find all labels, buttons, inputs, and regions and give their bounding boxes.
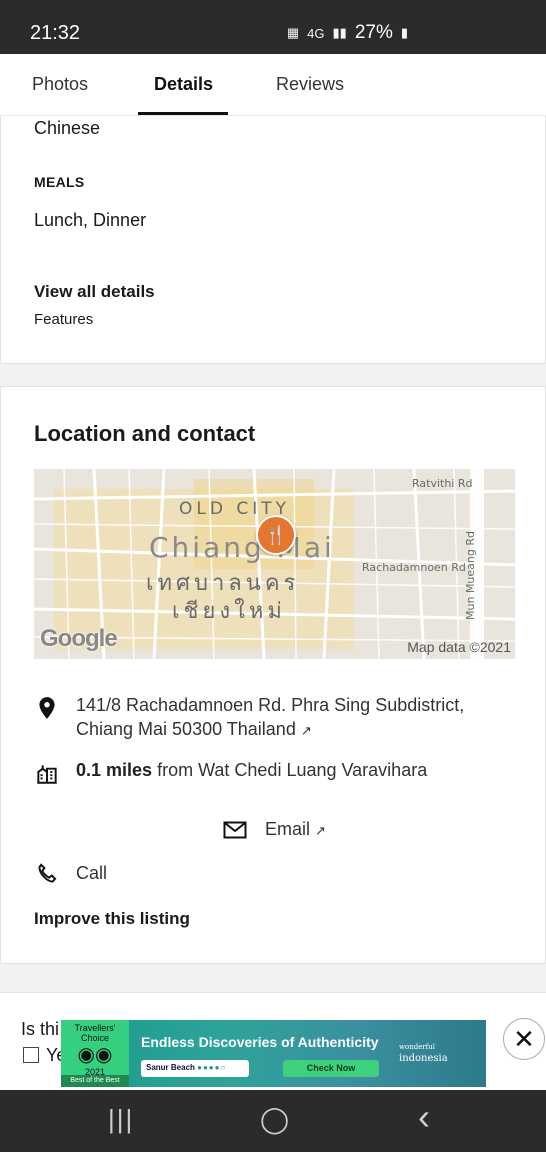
ad-headline: Endless Discoveries of Authenticity xyxy=(141,1034,379,1050)
email-link[interactable]: Email ↗ xyxy=(223,819,326,840)
email-label: Email xyxy=(265,819,311,839)
map-label-city: Chiang Mai xyxy=(149,531,335,564)
tab-active-indicator xyxy=(138,112,228,115)
features-label: Features xyxy=(34,311,94,328)
landmark-icon xyxy=(37,765,57,784)
signal-icon: ▮▮ xyxy=(332,25,347,40)
ad-cta-button[interactable]: Check Now xyxy=(283,1060,379,1077)
tab-details[interactable]: Details xyxy=(154,74,213,95)
battery-icon: ▮ xyxy=(400,25,408,40)
map-label-road-mun-mueang: Mun Mueang Rd xyxy=(463,531,477,620)
restaurant-pin-icon[interactable]: 🍴 xyxy=(256,515,296,555)
tab-reviews[interactable]: Reviews xyxy=(276,74,344,95)
location-card: Location and contact OLD CITY Chiang Mai… xyxy=(0,386,546,964)
close-ad-button[interactable]: ✕ xyxy=(503,1018,545,1060)
ad-brand-small: wonderful xyxy=(399,1043,436,1051)
status-icons: ▦ 4G ▮▮ 27% ▮ xyxy=(287,22,408,44)
map[interactable]: OLD CITY Chiang Mai เทศบาลนคร เชียงใหม่ … xyxy=(34,469,515,659)
ad-rating-pill: Sanur Beach ●●●●○ xyxy=(141,1060,249,1077)
network-type-icon: 4G xyxy=(307,25,325,41)
phone-icon xyxy=(38,863,57,883)
view-all-details-link[interactable]: View all details xyxy=(34,282,155,302)
recent-apps-icon[interactable]: ||| xyxy=(108,1104,134,1135)
ad-banner[interactable]: Travellers' Choice ◉◉ 2021 Best of the B… xyxy=(61,1020,486,1087)
location-pin-icon xyxy=(39,697,55,719)
address-text[interactable]: 141/8 Rachadamnoen Rd. Phra Sing Subdist… xyxy=(76,693,516,743)
address-value: 141/8 Rachadamnoen Rd. Phra Sing Subdist… xyxy=(76,695,465,739)
question-text: Is thi xyxy=(21,1019,60,1039)
distance-value: 0.1 miles xyxy=(76,760,153,780)
external-link-icon: ↗ xyxy=(300,723,312,738)
google-logo: Google xyxy=(40,625,118,652)
distance-landmark: from Wat Chedi Luang Varavihara xyxy=(157,760,428,780)
travellers-choice-badge: Travellers' Choice ◉◉ 2021 Best of the B… xyxy=(61,1020,129,1087)
map-label-road-ratvithi: Ratvithi Rd xyxy=(412,477,473,490)
meals-heading: MEALS xyxy=(34,174,85,190)
back-icon[interactable]: ‹ xyxy=(418,1096,430,1138)
map-label-road-rachadamnoen: Rachadamnoen Rd xyxy=(362,561,466,574)
call-label[interactable]: Call xyxy=(76,863,107,884)
cuisine-value: Chinese xyxy=(34,118,101,138)
location-title: Location and contact xyxy=(34,421,256,446)
details-card: Chinese MEALS Lunch, Dinner View all det… xyxy=(0,116,546,364)
tab-photos[interactable]: Photos xyxy=(32,74,88,95)
mail-icon xyxy=(223,821,247,838)
improve-listing-link[interactable]: Improve this listing xyxy=(34,909,190,929)
battery-saver-icon: ▦ xyxy=(286,25,300,40)
distance-text: 0.1 miles from Wat Chedi Luang Varavihar… xyxy=(76,760,427,781)
meals-value: Lunch, Dinner xyxy=(34,210,147,230)
badge-subtitle: Best of the Best xyxy=(61,1075,129,1087)
yes-checkbox[interactable] xyxy=(23,1047,39,1063)
owl-logo-icon: ◉◉ xyxy=(77,1044,113,1066)
ad-brand: wonderful indonesia xyxy=(399,1042,448,1064)
map-label-city-thai-2: เชียงใหม่ xyxy=(172,599,286,624)
badge-title: Travellers' Choice xyxy=(74,1023,116,1043)
ad-brand-name: indonesia xyxy=(399,1053,448,1064)
tab-bar: Photos Details Reviews xyxy=(0,54,546,116)
battery-percent: 27% xyxy=(354,22,393,43)
map-attribution: Map data ©2021 xyxy=(407,639,511,655)
status-time: 21:32 xyxy=(30,22,81,44)
external-link-icon: ↗ xyxy=(315,823,326,838)
rating-bubbles-icon: ●●●●○ xyxy=(197,1063,227,1072)
status-bar: 21:32 ▦ 4G ▮▮ 27% ▮ xyxy=(0,0,546,54)
ad-location: Sanur Beach xyxy=(146,1063,195,1072)
system-nav-bar: ||| ◯ ‹ xyxy=(0,1090,546,1152)
home-icon[interactable]: ◯ xyxy=(260,1104,289,1135)
